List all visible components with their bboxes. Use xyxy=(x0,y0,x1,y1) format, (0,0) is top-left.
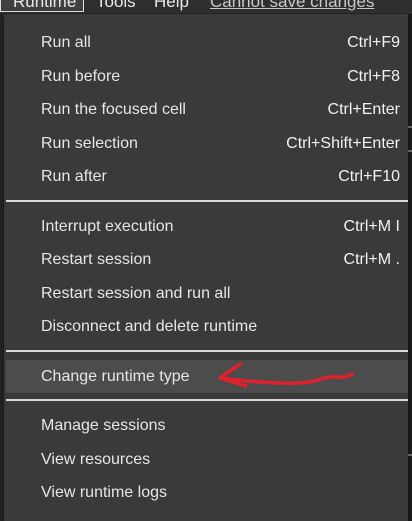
menu-item-run-all[interactable]: Run all Ctrl+F9 xyxy=(6,26,408,59)
runtime-dropdown-menu: Run all Ctrl+F9 Run before Ctrl+F8 Run t… xyxy=(4,14,408,521)
menu-item-shortcut: Ctrl+M . xyxy=(343,251,400,268)
menu-item-label: Manage sessions xyxy=(41,417,166,434)
menu-item-shortcut: Ctrl+Shift+Enter xyxy=(286,135,400,152)
menu-item-shortcut: Ctrl+F10 xyxy=(338,168,400,185)
menu-tools[interactable]: Tools xyxy=(96,0,136,12)
menu-item-restart-and-run-all[interactable]: Restart session and run all xyxy=(6,277,408,310)
menu-item-view-resources[interactable]: View resources xyxy=(6,443,408,476)
menu-item-shortcut: Ctrl+Enter xyxy=(327,101,400,118)
menu-item-label: Restart session xyxy=(41,251,152,268)
screenshot-stage: Runtime Tools Help Cannot save changes R… xyxy=(0,0,412,521)
arrow-head-mark xyxy=(218,362,248,388)
red-arrow-annotation xyxy=(218,362,354,388)
menu-item-shortcut: Ctrl+F8 xyxy=(347,68,400,85)
menu-item-label: View resources xyxy=(41,451,151,468)
menu-item-label: Change runtime type xyxy=(41,368,190,385)
menu-item-shortcut: Ctrl+M I xyxy=(343,218,400,235)
menu-item-view-runtime-logs[interactable]: View runtime logs xyxy=(6,476,408,509)
menu-item-manage-sessions[interactable]: Manage sessions xyxy=(6,409,408,442)
menu-item-label: Restart session and run all xyxy=(41,285,231,302)
menu-item-shortcut: Ctrl+F9 xyxy=(347,34,400,51)
menu-item-label: Run selection xyxy=(41,135,138,152)
menu-separator xyxy=(6,399,408,401)
menubar: Runtime Tools Help Cannot save changes xyxy=(0,0,412,13)
menu-item-label: Interrupt execution xyxy=(41,218,174,235)
menu-item-label: Run the focused cell xyxy=(41,101,186,118)
menu-item-run-selection[interactable]: Run selection Ctrl+Shift+Enter xyxy=(6,127,408,160)
menu-help[interactable]: Help xyxy=(154,0,189,12)
menu-item-run-before[interactable]: Run before Ctrl+F8 xyxy=(6,60,408,93)
menu-item-run-focused-cell[interactable]: Run the focused cell Ctrl+Enter xyxy=(6,93,408,126)
menu-item-label: Run after xyxy=(41,168,107,185)
menu-item-run-after[interactable]: Run after Ctrl+F10 xyxy=(6,160,408,193)
menu-item-label: Disconnect and delete runtime xyxy=(41,318,258,335)
menu-item-disconnect-delete-runtime[interactable]: Disconnect and delete runtime xyxy=(6,310,408,343)
menu-separator xyxy=(6,200,408,202)
menu-runtime[interactable]: Runtime xyxy=(0,0,84,12)
menu-item-label: Run before xyxy=(41,68,121,85)
menu-item-restart-session[interactable]: Restart session Ctrl+M . xyxy=(6,243,408,276)
menu-item-label: View runtime logs xyxy=(41,484,167,501)
cannot-save-changes-link[interactable]: Cannot save changes xyxy=(210,0,374,12)
arrow-shaft-mark xyxy=(218,372,354,385)
menu-item-interrupt-execution[interactable]: Interrupt execution Ctrl+M I xyxy=(6,210,408,243)
menu-item-label: Run all xyxy=(41,34,91,51)
